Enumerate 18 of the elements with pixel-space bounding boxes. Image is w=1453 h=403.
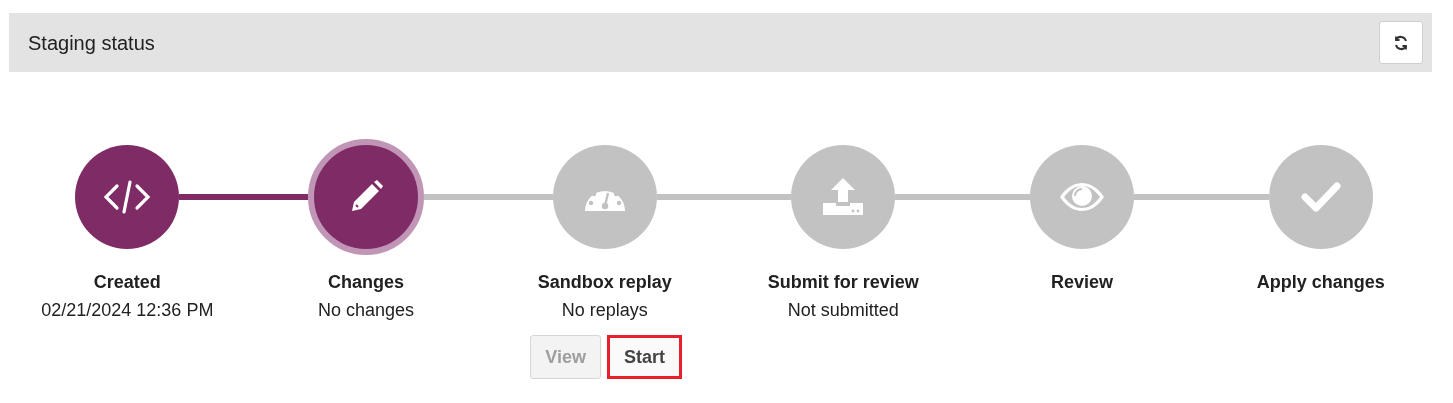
step-status: Not submitted bbox=[787, 299, 899, 322]
action-button[interactable]: Start bbox=[607, 335, 682, 379]
refresh-icon bbox=[1393, 34, 1409, 51]
step-label: Submit for review bbox=[767, 271, 919, 294]
code-icon bbox=[103, 179, 152, 215]
step-label: Sandbox replay bbox=[537, 271, 672, 294]
refresh-button[interactable] bbox=[1379, 21, 1423, 64]
check-icon bbox=[1300, 181, 1341, 213]
panel-title: Staging status bbox=[28, 30, 155, 56]
upload-icon bbox=[821, 177, 866, 217]
step-status: No replays bbox=[561, 299, 648, 322]
step-label: Review bbox=[1050, 271, 1113, 294]
step-status: No changes bbox=[317, 299, 415, 322]
step-label: Created bbox=[93, 271, 161, 294]
step-status: 02/21/2024 12:36 PM bbox=[41, 299, 214, 322]
step-label: Changes bbox=[327, 271, 404, 294]
step-label: Apply changes bbox=[1256, 271, 1385, 294]
eye-icon bbox=[1059, 182, 1105, 212]
